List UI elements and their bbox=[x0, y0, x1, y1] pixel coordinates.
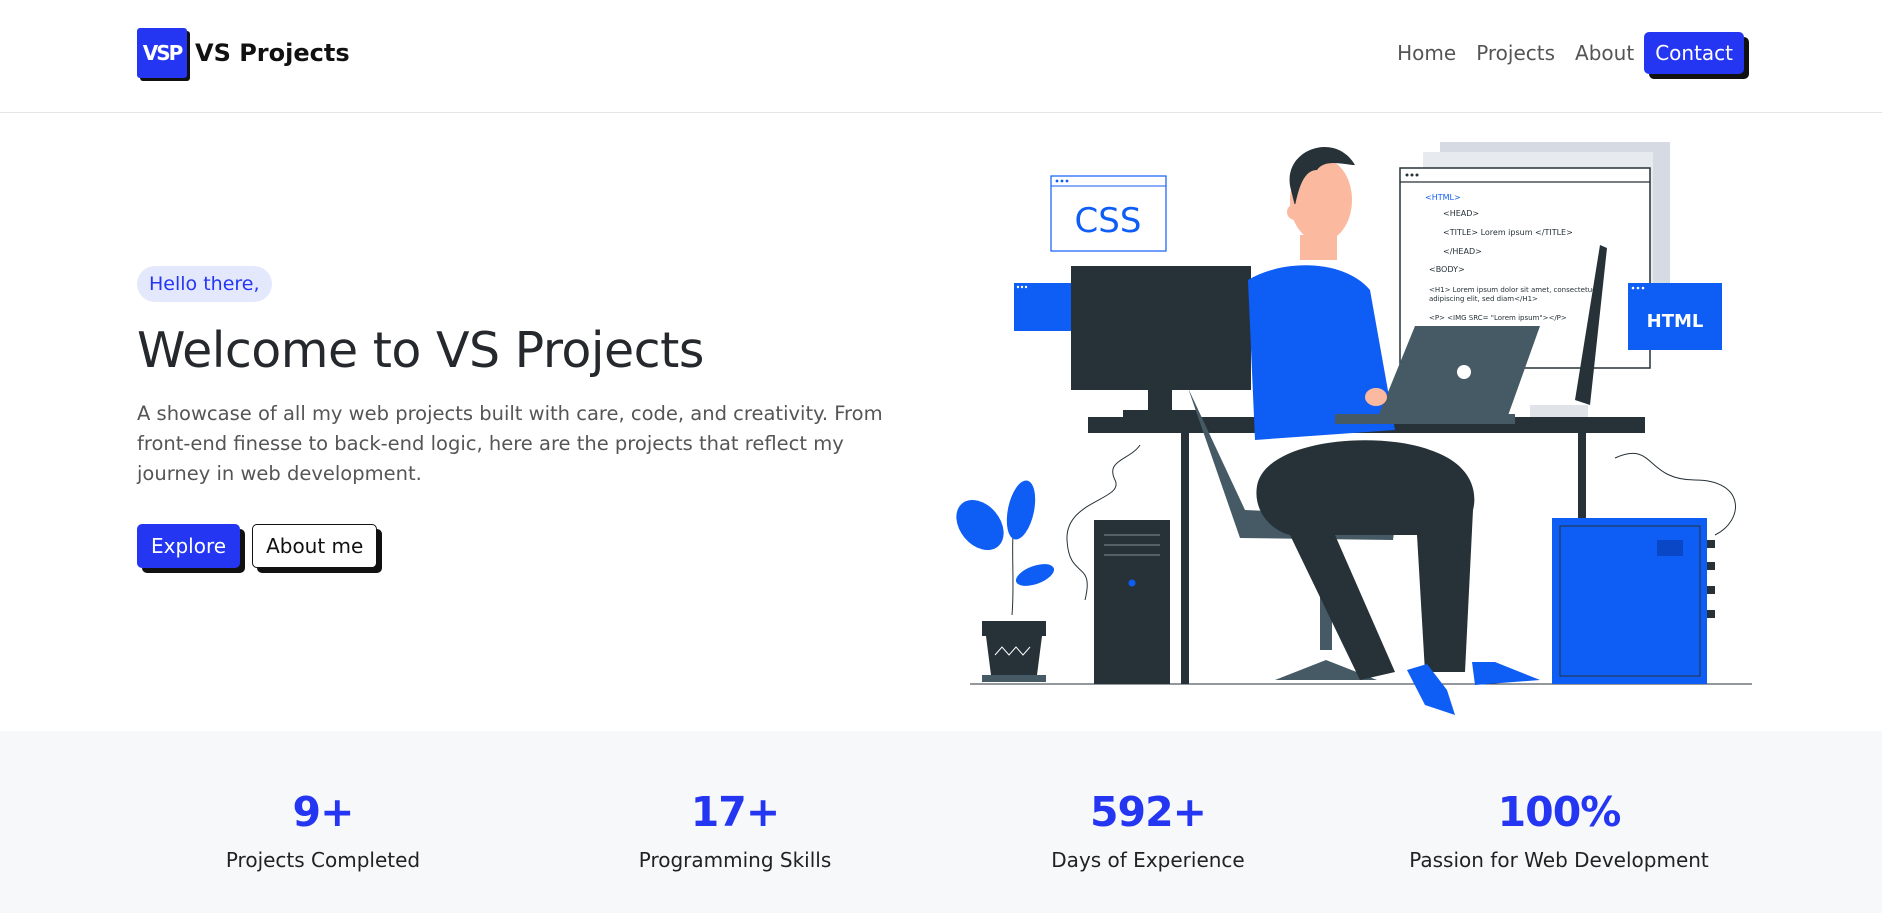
person-shoe bbox=[1472, 662, 1540, 685]
code-line: adipiscing elit, sed diam</H1> bbox=[1429, 295, 1538, 303]
blue-cabinet bbox=[1552, 518, 1707, 684]
stat-label: Programming Skills bbox=[638, 848, 832, 872]
person-legs bbox=[1256, 440, 1475, 680]
monitor bbox=[1071, 266, 1251, 390]
brand-logo[interactable]: VSP bbox=[137, 28, 187, 78]
hello-badge: Hello there, bbox=[137, 266, 272, 302]
contact-button[interactable]: Contact bbox=[1644, 32, 1744, 74]
main-nav: Home Projects About Contact bbox=[1397, 32, 1744, 74]
stat-value: 100% bbox=[1497, 788, 1622, 836]
code-line: </HEAD> bbox=[1443, 247, 1482, 256]
stat-passion: 100% Passion for Web Development bbox=[1369, 788, 1749, 872]
stat-value: 592+ bbox=[1090, 788, 1207, 836]
hero-buttons: Explore About me bbox=[137, 524, 922, 568]
stat-label: Projects Completed bbox=[225, 848, 421, 872]
code-line: <H1> Lorem ipsum dolor sit amet, consect… bbox=[1429, 286, 1599, 294]
nav-about-link[interactable]: About bbox=[1575, 41, 1634, 65]
html-window-label: HTML bbox=[1647, 311, 1704, 332]
stats-section: 9+ Projects Completed 17+ Programming Sk… bbox=[0, 731, 1882, 913]
nav-projects-link[interactable]: Projects bbox=[1476, 41, 1555, 65]
developer-illustration: <HTML> <HEAD> <TITLE> Lorem ipsum </TITL… bbox=[956, 142, 1752, 715]
about-me-button[interactable]: About me bbox=[252, 524, 378, 568]
code-line: <TITLE> Lorem ipsum </TITLE> bbox=[1443, 228, 1573, 237]
pc-tower bbox=[1094, 520, 1170, 684]
explore-button[interactable]: Explore bbox=[137, 524, 241, 568]
plant-leaf bbox=[956, 499, 1004, 551]
stat-experience: 592+ Days of Experience bbox=[958, 788, 1338, 872]
css-window-label: CSS bbox=[1075, 201, 1142, 241]
person-torso bbox=[1248, 265, 1395, 440]
navbar: VSP VS Projects Home Projects About Cont… bbox=[0, 0, 1882, 113]
hero-title: Welcome to VS Projects bbox=[137, 322, 704, 379]
plant-leaf bbox=[1006, 480, 1036, 540]
brand[interactable]: VSP VS Projects bbox=[137, 28, 350, 78]
stat-label: Days of Experience bbox=[1051, 848, 1245, 872]
code-line: <HTML> bbox=[1425, 193, 1461, 202]
stat-skills: 17+ Programming Skills bbox=[545, 788, 925, 872]
plant-leaf bbox=[1015, 564, 1055, 586]
stat-value: 9+ bbox=[292, 788, 355, 836]
code-line: <HEAD> bbox=[1443, 209, 1479, 218]
stat-projects: 9+ Projects Completed bbox=[133, 788, 513, 872]
code-line: <P> <IMG SRC= "Lorem ipsum"></P> bbox=[1429, 314, 1567, 322]
stat-value: 17+ bbox=[690, 788, 780, 836]
code-line: <BODY> bbox=[1429, 265, 1465, 274]
stat-label: Passion for Web Development bbox=[1409, 848, 1709, 872]
nav-home-link[interactable]: Home bbox=[1397, 41, 1456, 65]
plant-pot bbox=[982, 621, 1046, 636]
hero-description: A showcase of all my web projects built … bbox=[137, 402, 883, 485]
brand-name[interactable]: VS Projects bbox=[195, 39, 350, 67]
blue-window-left bbox=[1014, 283, 1074, 331]
hero-section: Hello there, Welcome to VS Projects A sh… bbox=[137, 266, 922, 568]
